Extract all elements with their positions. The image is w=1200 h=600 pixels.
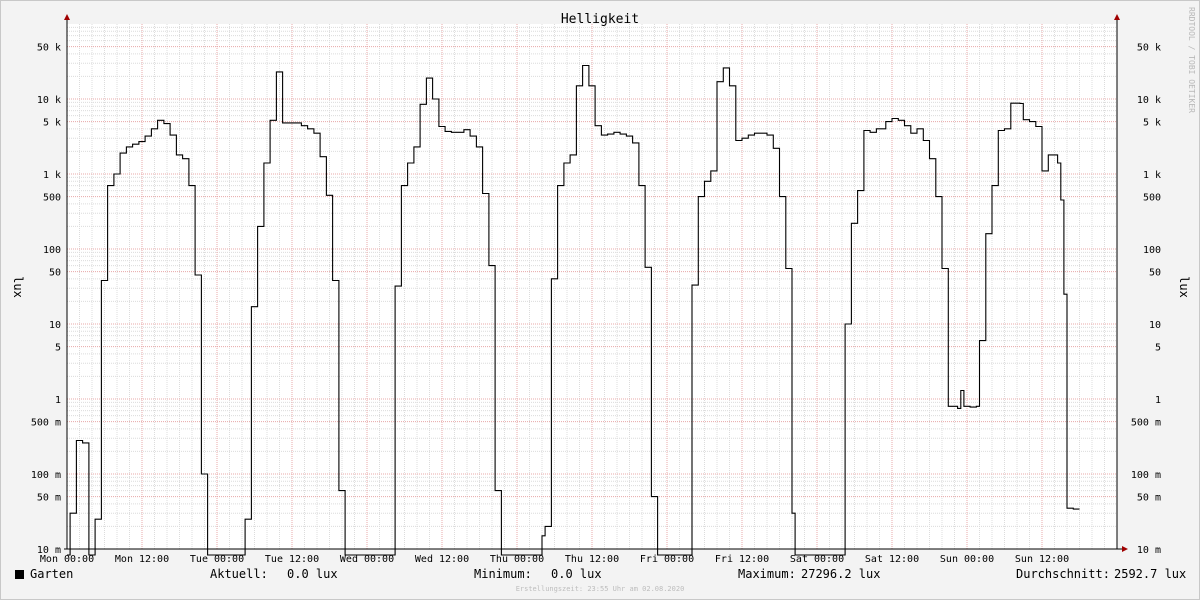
y-axis-arrow-left — [64, 14, 70, 20]
x-tick-label: Wed 00:00 — [340, 554, 394, 565]
legend: Garten Aktuell: 0.0 lux Minimum: 0.0 lux… — [0, 567, 1200, 585]
y-tick-label: 100 m — [1131, 470, 1161, 481]
x-axis-arrow — [1122, 546, 1128, 552]
aktuell-value: 0.0 lux — [287, 567, 338, 581]
x-tick-label: Fri 12:00 — [715, 554, 769, 565]
aktuell-label: Aktuell: — [210, 567, 268, 581]
chart: 10 m 50 m 100 m 500 m 1 5 10 50 100 500 1 k 5 k 10 k… — [11, 7, 1196, 565]
watermark: RRDTOOL / TOBI OETIKER — [1187, 7, 1196, 113]
y-tick-label: 100 — [43, 245, 61, 256]
x-tick-labels: Mon 00:00 Mon 12:00 Tue 00:00 Tue 12:00 Wed … — [40, 554, 1069, 565]
minimum-label: Minimum: — [474, 567, 532, 581]
x-tick-label: Sun 12:00 — [1015, 554, 1069, 565]
x-tick-label: Mon 12:00 — [115, 554, 169, 565]
x-tick-label: Fri 00:00 — [640, 554, 694, 565]
y-tick-label: 5 — [55, 343, 61, 354]
x-tick-label: Tue 00:00 — [190, 554, 244, 565]
avg-value: 2592.7 lux — [1114, 567, 1187, 581]
legend-series-label: Garten — [30, 567, 74, 581]
y-tick-label: 5 k — [43, 118, 61, 129]
y-tick-label: 50 m — [37, 493, 61, 504]
y-tick-labels-right: 10 m 50 m 100 m 500 m 1 5 10 50 100 500 1 k 5 k 10 k… — [1131, 43, 1161, 556]
y-tick-label: 1 k — [1143, 170, 1161, 181]
creation-time: Erstellungszeit: 23:55 Uhr am 02.08.2020 — [515, 585, 685, 593]
x-tick-label: Mon 00:00 — [40, 554, 94, 565]
y-axis-arrow-right — [1114, 14, 1120, 20]
x-tick-label: Sat 00:00 — [790, 554, 844, 565]
x-tick-label: Thu 00:00 — [490, 554, 544, 565]
y-tick-label: 10 k — [1137, 95, 1161, 106]
y-tick-label: 500 m — [1131, 418, 1161, 429]
x-tick-label: Sat 12:00 — [865, 554, 919, 565]
y-tick-label: 10 — [1149, 320, 1161, 331]
chart-title: Helligkeit — [561, 12, 639, 27]
x-tick-label: Tue 12:00 — [265, 554, 319, 565]
y-tick-label: 10 — [49, 320, 61, 331]
y-tick-label: 100 — [1143, 245, 1161, 256]
y-tick-label: 1 — [55, 395, 61, 406]
y-tick-label: 500 — [1143, 193, 1161, 204]
x-tick-label: Sun 00:00 — [940, 554, 994, 565]
minimum-value: 0.0 lux — [551, 567, 602, 581]
y-tick-label: 10 m — [1137, 545, 1161, 556]
y-tick-labels-left: 10 m50 m100 m500 m1510501005001 k5 k10 k… — [31, 43, 61, 556]
y-tick-label: 50 k — [1137, 43, 1161, 54]
y-tick-label: 1 k — [43, 170, 61, 181]
y-tick-label: 50 — [1149, 268, 1161, 279]
x-tick-label: Thu 12:00 — [565, 554, 619, 565]
y-tick-label: 500 m — [31, 418, 61, 429]
avg-label: Durchschnitt: — [1016, 567, 1110, 581]
y-tick-label: 50 m — [1137, 493, 1161, 504]
y-axis-label-left: lux — [11, 276, 25, 298]
y-tick-label: 1 — [1155, 395, 1161, 406]
x-tick-label: Wed 12:00 — [415, 554, 469, 565]
y-tick-label: 100 m — [31, 470, 61, 481]
y-tick-label: 10 k — [37, 95, 61, 106]
legend-swatch-garten — [15, 570, 24, 579]
y-axis-label-right: lux — [1177, 276, 1191, 298]
maximum-value: 27296.2 lux — [801, 567, 881, 581]
y-tick-label: 50 — [49, 268, 61, 279]
y-tick-label: 500 — [43, 193, 61, 204]
y-tick-label: 5 — [1155, 343, 1161, 354]
y-tick-label: 50 k — [37, 43, 61, 54]
maximum-label: Maximum: — [738, 567, 796, 581]
y-tick-label: 5 k — [1143, 118, 1161, 129]
